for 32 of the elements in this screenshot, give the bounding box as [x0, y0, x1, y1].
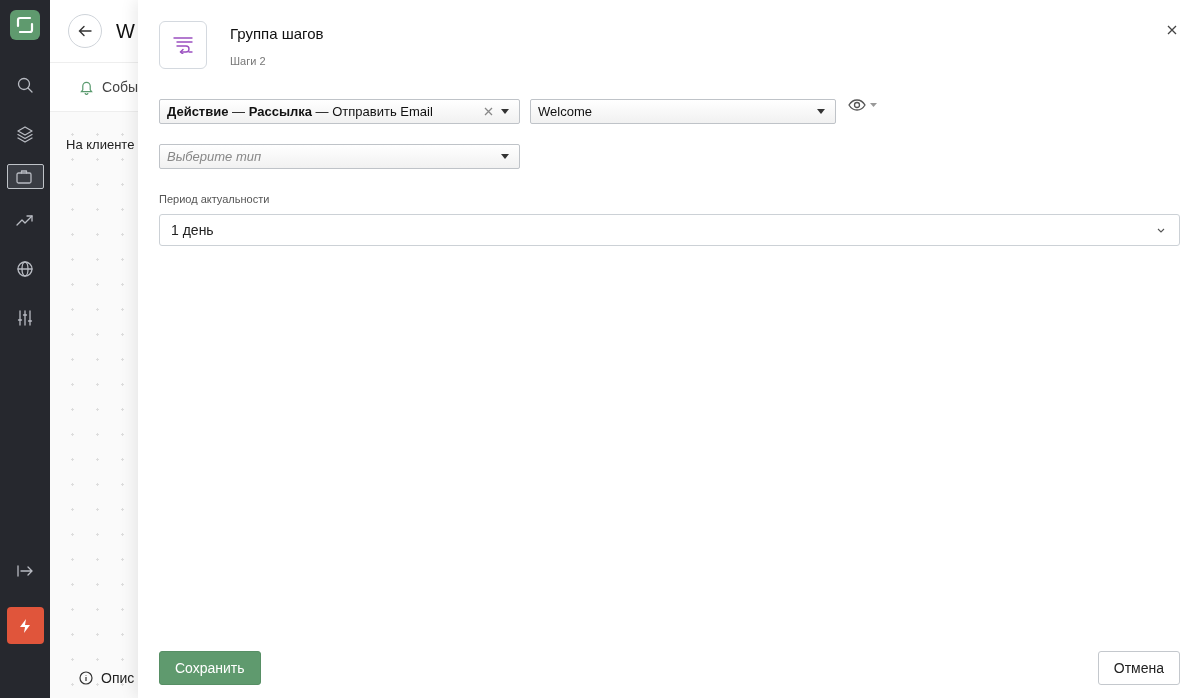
caret-icon [817, 109, 825, 114]
field-label: Период актуальности [159, 193, 271, 205]
globe-icon [16, 259, 34, 278]
search-icon [16, 75, 34, 94]
section-label: На клиенте [66, 137, 136, 152]
caret-icon [501, 154, 509, 159]
info-icon [79, 671, 93, 685]
caret-icon[interactable] [870, 103, 877, 107]
sliders-icon [16, 308, 34, 327]
page-tab[interactable]: Собы [102, 79, 138, 95]
description-link[interactable]: Опис [101, 670, 135, 686]
page-title: W [116, 19, 135, 43]
drawer-title: Группа шагов [230, 25, 324, 42]
nav-item[interactable] [6, 164, 44, 189]
drawer-subtitle: Шаги 2 [230, 55, 267, 67]
step-group-icon [159, 21, 207, 69]
action-select[interactable]: Действие — Рассылка — Отправить Email [159, 99, 520, 124]
chevron-icon [1157, 227, 1165, 233]
caret-icon [501, 109, 509, 114]
template-select[interactable]: Welcome [530, 99, 836, 124]
period-select[interactable]: 1 день [159, 214, 1180, 246]
layers-icon [16, 124, 34, 143]
cancel-button[interactable]: Отмена [1097, 651, 1180, 685]
arrow-left-icon [78, 25, 92, 37]
briefcase-icon [14, 167, 33, 186]
clear-icon[interactable] [484, 107, 493, 116]
eye-icon[interactable] [848, 99, 866, 111]
lightning-icon [18, 617, 32, 634]
lightning-button[interactable] [6, 607, 44, 644]
logo-icon[interactable] [10, 10, 40, 40]
close-icon[interactable] [1167, 25, 1177, 35]
bell-icon [80, 79, 93, 95]
